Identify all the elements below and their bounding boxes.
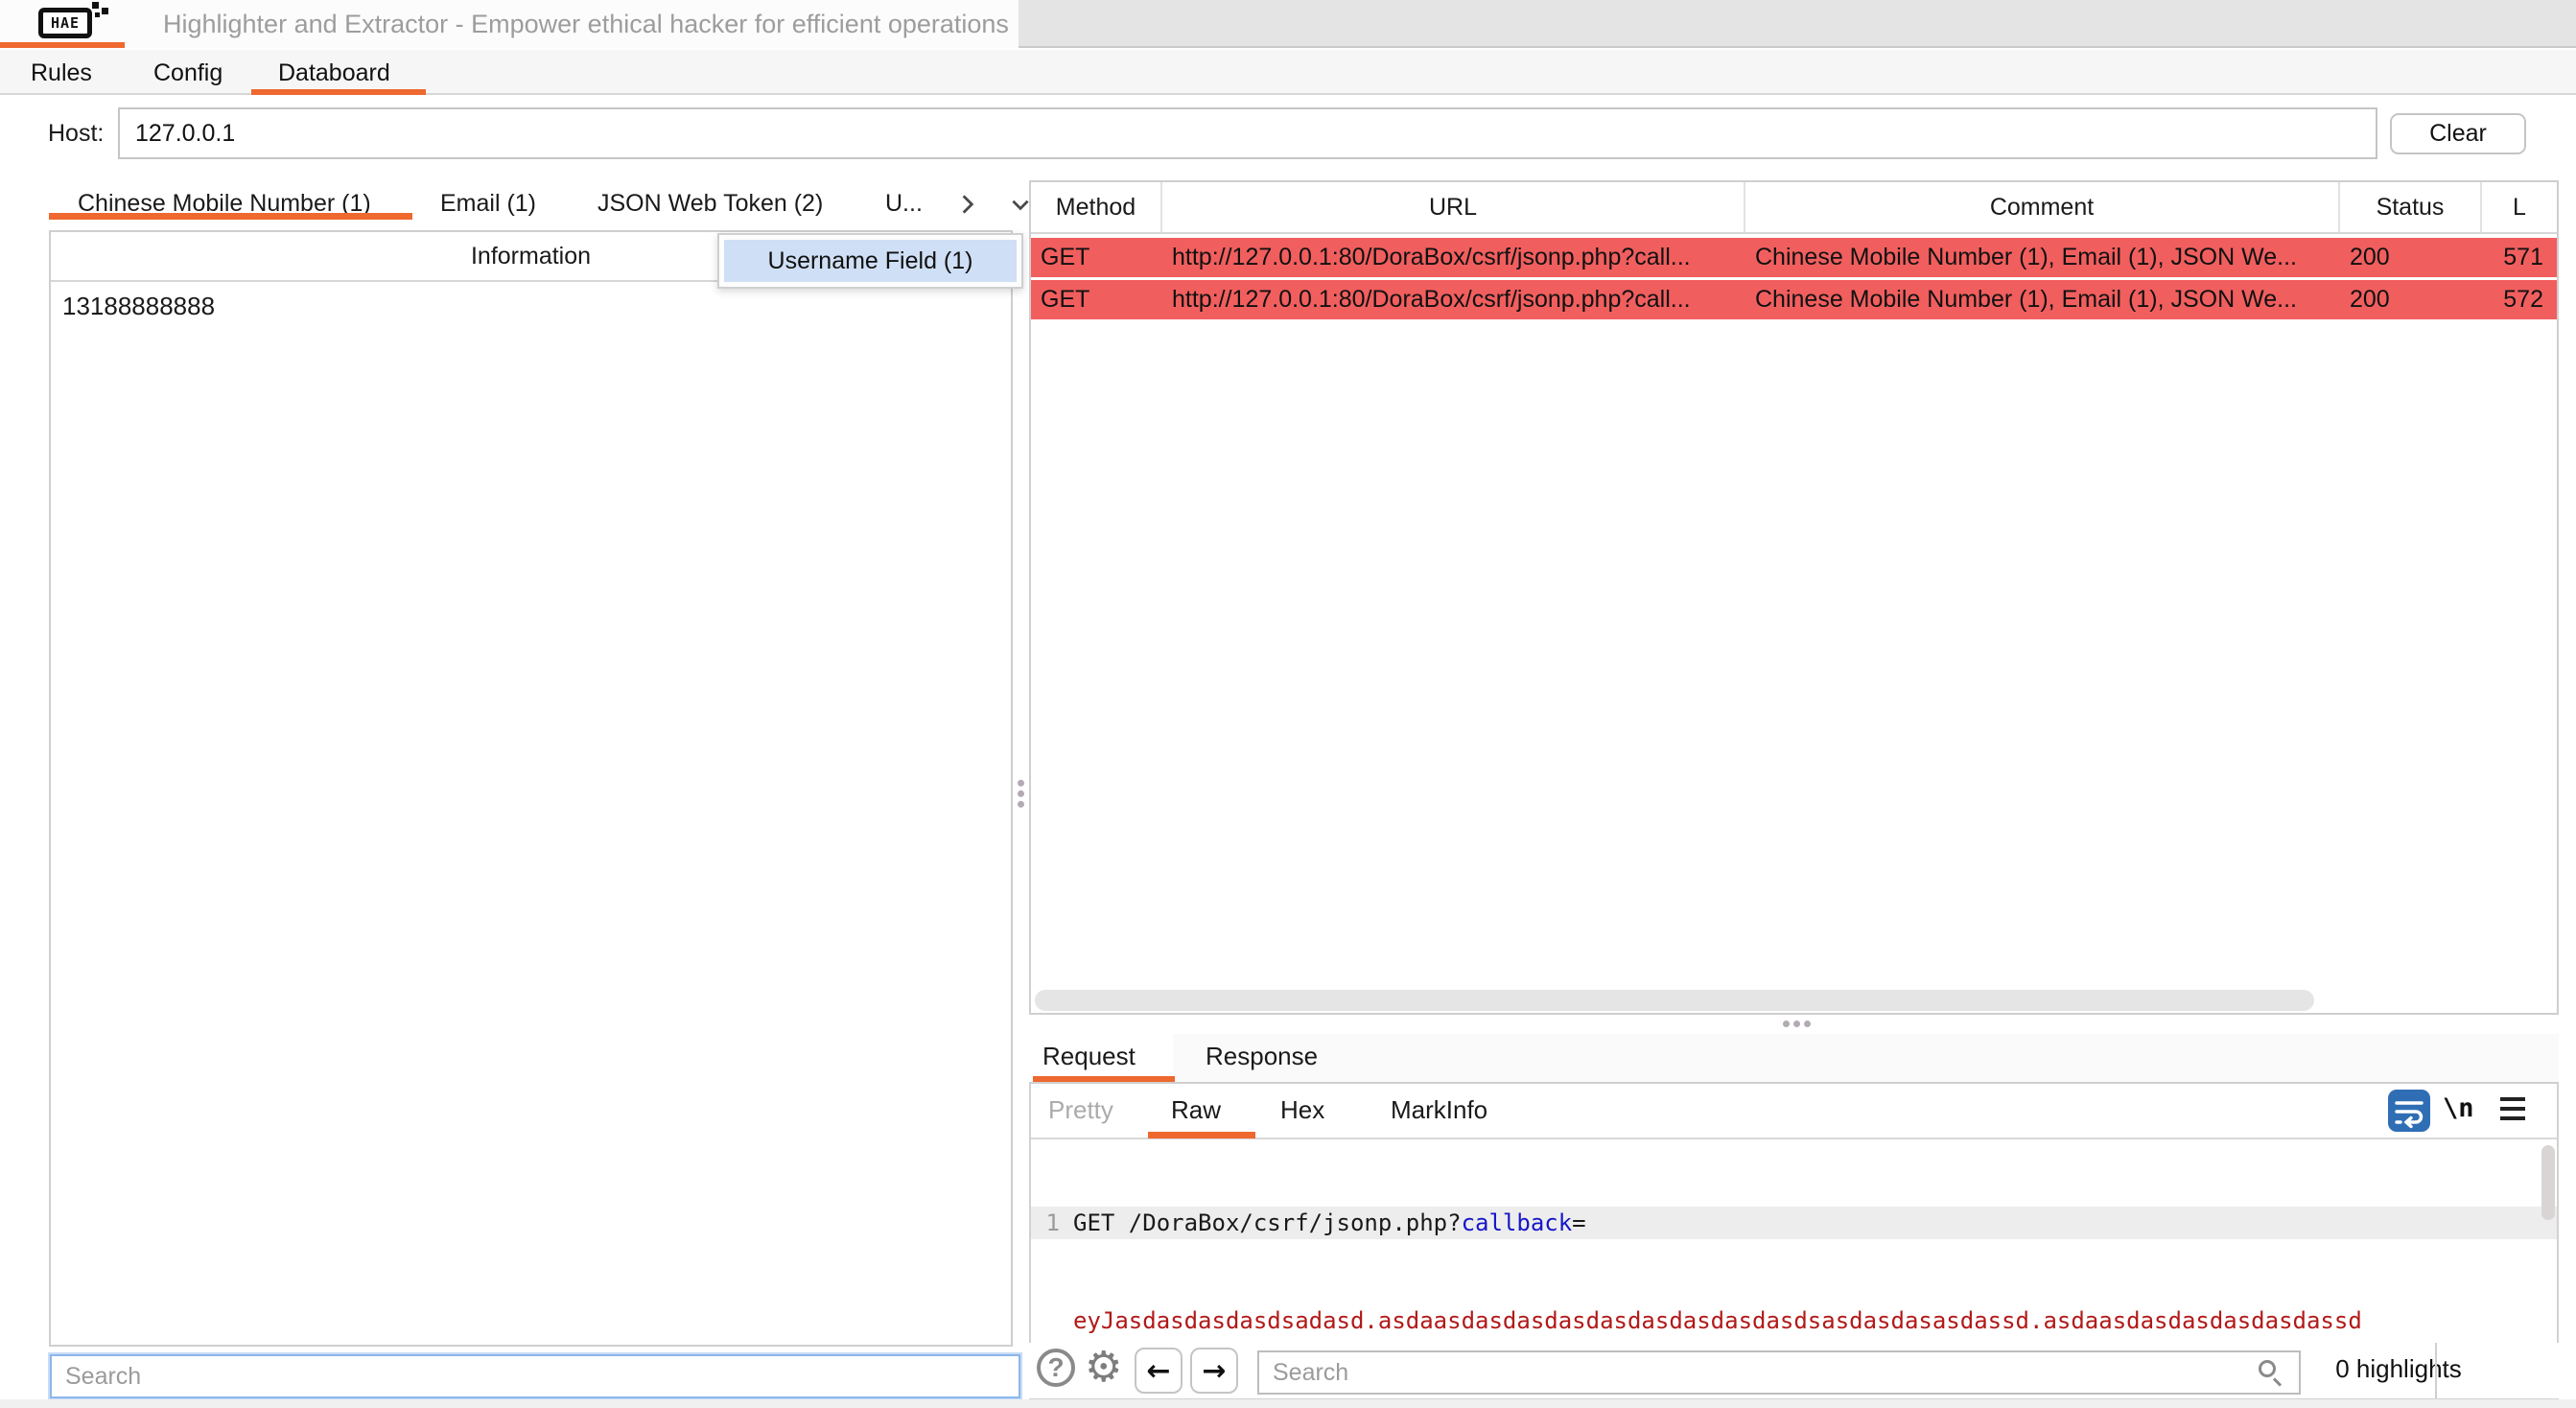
host-label: Host: bbox=[48, 120, 104, 148]
active-mode-tab-indicator bbox=[1148, 1132, 1255, 1138]
extension-title: Highlighter and Extractor - Empower ethi… bbox=[163, 10, 1009, 39]
editor-menu-icon[interactable] bbox=[2500, 1097, 2525, 1120]
tab-request[interactable]: Request bbox=[1042, 1042, 1136, 1071]
tab-rules[interactable]: Rules bbox=[31, 59, 92, 87]
tab-json-web-token[interactable]: JSON Web Token (2) bbox=[597, 190, 823, 218]
request-raw-content[interactable]: 1 GET /DoraBox/csrf/jsonp.php?callback= e… bbox=[1031, 1141, 2557, 1347]
left-search-input[interactable] bbox=[50, 1354, 1020, 1398]
search-icon bbox=[2259, 1360, 2276, 1377]
host-bar: Host: Clear bbox=[0, 95, 2576, 174]
cell-method: GET bbox=[1031, 244, 1162, 271]
highlights-count: 0 highlights bbox=[2322, 1354, 2475, 1384]
request-row[interactable]: GET http://127.0.0.1:80/DoraBox/csrf/jso… bbox=[1031, 280, 2557, 319]
logo-pixel bbox=[102, 8, 108, 14]
active-datatype-tab-indicator bbox=[49, 213, 412, 220]
prev-match-button[interactable]: ← bbox=[1135, 1348, 1183, 1394]
cell-length: 571 bbox=[2482, 244, 2557, 271]
footer-divider bbox=[2435, 1343, 2437, 1398]
splitter-grip-icon bbox=[1018, 780, 1024, 811]
message-tab-bar: Request Response bbox=[1029, 1034, 2559, 1082]
tab-markinfo[interactable]: MarkInfo bbox=[1391, 1095, 1487, 1125]
cell-comment: Chinese Mobile Number (1), Email (1), JS… bbox=[1745, 286, 2340, 314]
tab-config[interactable]: Config bbox=[153, 59, 222, 87]
tab-raw[interactable]: Raw bbox=[1171, 1095, 1221, 1125]
help-icon[interactable]: ? bbox=[1037, 1349, 1075, 1387]
tab-response[interactable]: Response bbox=[1206, 1042, 1318, 1071]
param-name: callback bbox=[1462, 1207, 1573, 1239]
editor-search-input[interactable] bbox=[1257, 1350, 2301, 1395]
requests-table-header: Method URL Comment Status L bbox=[1031, 182, 2557, 234]
logo-pixel bbox=[92, 2, 99, 9]
column-header-method[interactable]: Method bbox=[1031, 182, 1162, 232]
menu-item-username-field[interactable]: Username Field (1) bbox=[724, 240, 1017, 282]
hae-extension-window: HAE Highlighter and Extractor - Empower … bbox=[0, 0, 2576, 1408]
gear-icon[interactable]: ⚙ bbox=[1085, 1343, 1122, 1392]
cell-url: http://127.0.0.1:80/DoraBox/csrf/jsonp.p… bbox=[1162, 244, 1745, 271]
editor-mode-tab-bar: Pretty Raw Hex MarkInfo \n bbox=[1031, 1084, 2557, 1139]
logo-pixel bbox=[95, 12, 100, 17]
horizontal-scrollbar[interactable] bbox=[1035, 990, 2314, 1011]
main-tab-bar: Rules Config Databoard bbox=[0, 50, 2576, 95]
cell-comment: Chinese Mobile Number (1), Email (1), JS… bbox=[1745, 244, 2340, 271]
vertical-splitter[interactable] bbox=[1015, 174, 1026, 1408]
extension-tab-strip: HAE Highlighter and Extractor - Empower … bbox=[0, 0, 2576, 48]
table-row[interactable]: 13188888888 bbox=[62, 292, 215, 321]
column-header-status[interactable]: Status bbox=[2340, 182, 2482, 232]
next-match-button[interactable]: → bbox=[1190, 1348, 1238, 1394]
splitter-grip-icon bbox=[1783, 1021, 1811, 1027]
vertical-scrollbar[interactable] bbox=[2541, 1145, 2555, 1220]
hae-logo-icon: HAE bbox=[38, 8, 92, 38]
requests-table: Method URL Comment Status L GET http://1… bbox=[1029, 180, 2559, 1015]
column-header-length[interactable]: L bbox=[2482, 182, 2557, 232]
code-line: 1 GET /DoraBox/csrf/jsonp.php?callback= bbox=[1031, 1207, 2557, 1239]
tab-pretty[interactable]: Pretty bbox=[1048, 1095, 1113, 1125]
column-header-url[interactable]: URL bbox=[1162, 182, 1745, 232]
request-row[interactable]: GET http://127.0.0.1:80/DoraBox/csrf/jso… bbox=[1031, 238, 2557, 277]
cell-length: 572 bbox=[2482, 286, 2557, 314]
active-extension-tab-indicator bbox=[0, 42, 125, 48]
tab-email[interactable]: Email (1) bbox=[440, 190, 536, 218]
clear-button[interactable]: Clear bbox=[2390, 113, 2526, 154]
host-input[interactable] bbox=[118, 107, 2377, 159]
code-text: = bbox=[1572, 1207, 1585, 1239]
cell-url: http://127.0.0.1:80/DoraBox/csrf/jsonp.p… bbox=[1162, 286, 1745, 314]
code-text: GET /DoraBox/csrf/jsonp.php? bbox=[1073, 1207, 1462, 1239]
tab-overflow-menu: Username Field (1) bbox=[717, 233, 1023, 289]
code-line: eyJasdasdasdasdsadasd.asdaasdasdasdasdas… bbox=[1031, 1304, 2557, 1337]
bottom-strip bbox=[0, 1399, 2576, 1408]
cell-status: 200 bbox=[2340, 244, 2482, 271]
scroll-tabs-right-icon[interactable] bbox=[955, 192, 980, 217]
information-table: Information 13188888888 bbox=[49, 230, 1013, 1347]
word-wrap-toggle-icon[interactable] bbox=[2388, 1090, 2430, 1132]
line-number: 1 bbox=[1031, 1207, 1060, 1239]
horizontal-splitter[interactable] bbox=[1029, 1015, 2559, 1034]
editor-footer: ? ⚙ ← → 0 highlights bbox=[1029, 1343, 2559, 1398]
line-number bbox=[1031, 1304, 1060, 1337]
newline-toggle-icon[interactable]: \n bbox=[2443, 1093, 2474, 1123]
tab-hex[interactable]: Hex bbox=[1280, 1095, 1324, 1125]
tab-username-field-truncated[interactable]: U... bbox=[885, 190, 923, 218]
tab-databoard[interactable]: Databoard bbox=[278, 59, 390, 87]
hae-extension-tab[interactable]: HAE Highlighter and Extractor - Empower … bbox=[0, 0, 1019, 48]
param-value: eyJasdasdasdasdsadasd.asdaasdasdasdasdas… bbox=[1073, 1304, 2362, 1337]
cell-status: 200 bbox=[2340, 286, 2482, 314]
cell-method: GET bbox=[1031, 286, 1162, 314]
column-header-comment[interactable]: Comment bbox=[1745, 182, 2340, 232]
